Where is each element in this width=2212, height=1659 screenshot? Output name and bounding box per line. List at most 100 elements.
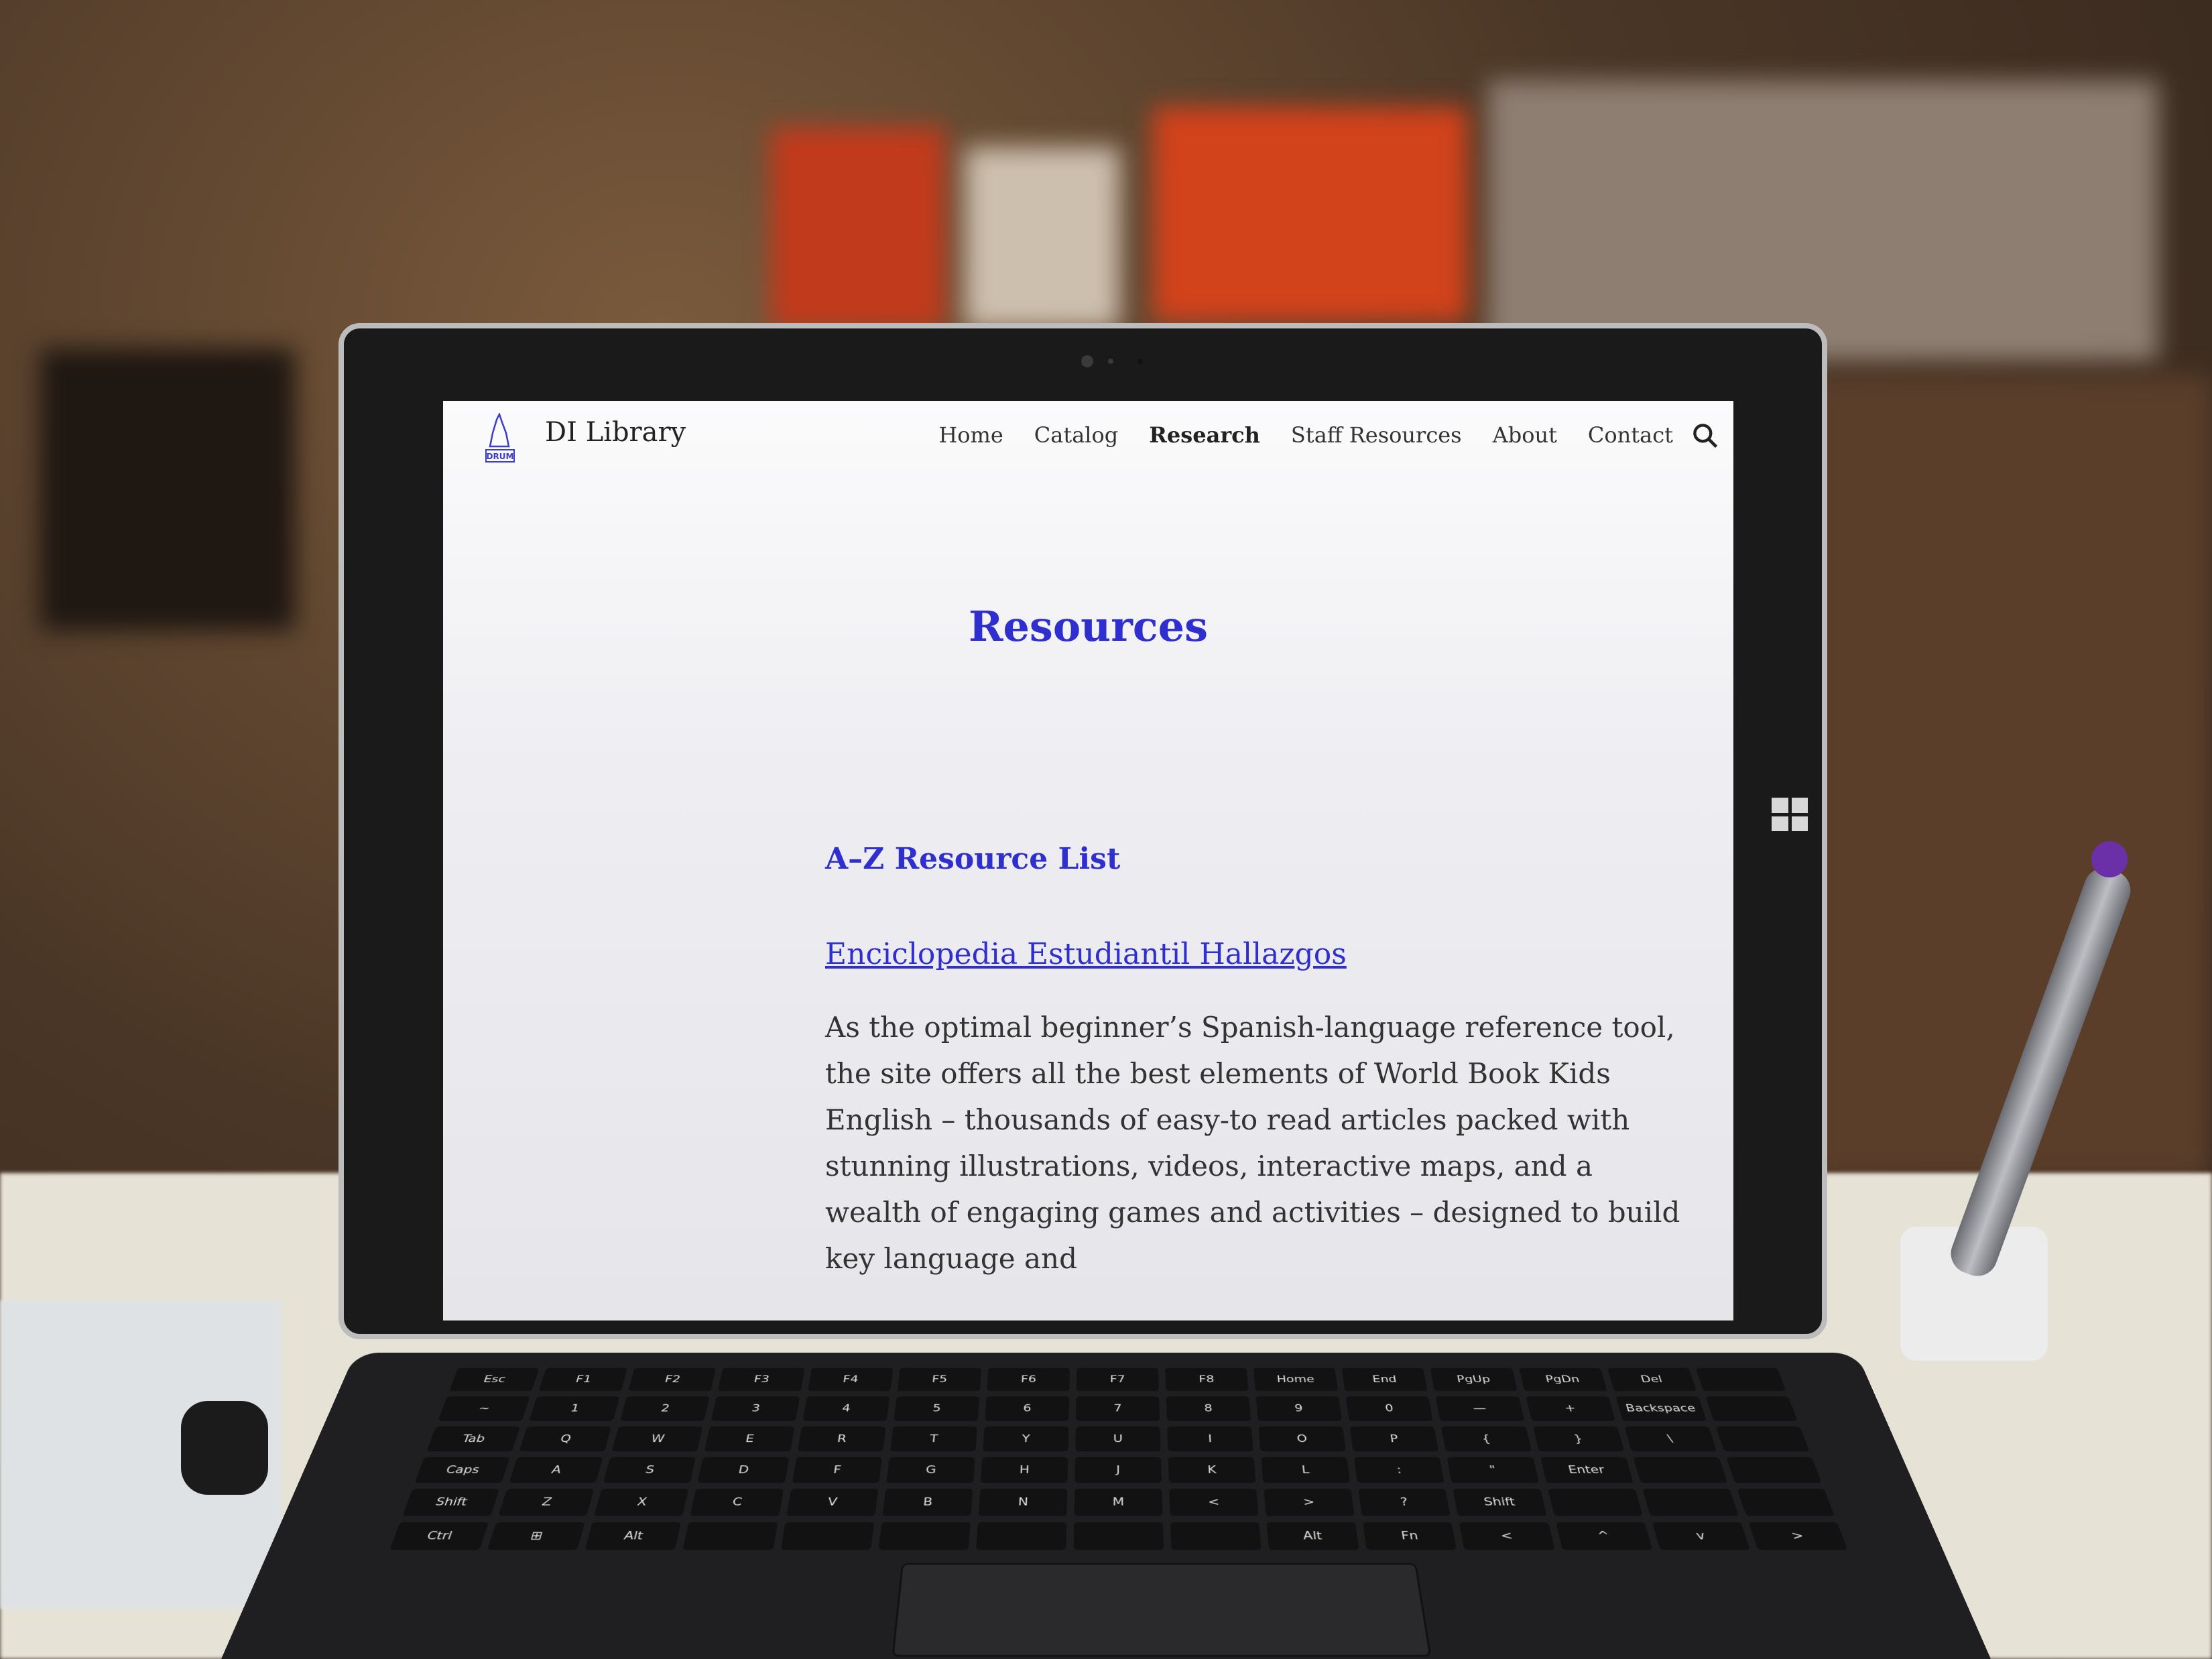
keyboard-key[interactable]: >	[1264, 1489, 1355, 1516]
keyboard-key[interactable]: F4	[807, 1367, 894, 1392]
nav-about[interactable]: About	[1493, 422, 1557, 448]
keyboard-key[interactable]: 3	[711, 1396, 800, 1421]
keyboard-key[interactable]: K	[1168, 1457, 1256, 1483]
trackpad[interactable]	[892, 1563, 1432, 1657]
keyboard-key[interactable]: H	[980, 1457, 1068, 1483]
keyboard-key[interactable]: <	[1169, 1489, 1259, 1516]
keyboard-key[interactable]: ^	[1555, 1522, 1653, 1550]
keyboard-key[interactable]: :	[1354, 1457, 1445, 1483]
keyboard-key[interactable]: F6	[987, 1367, 1070, 1392]
keyboard-key[interactable]: 6	[985, 1396, 1070, 1421]
keyboard-key[interactable]: Y	[982, 1426, 1069, 1452]
keyboard-key[interactable]: X	[594, 1489, 689, 1516]
keyboard-key[interactable]: Home	[1253, 1367, 1339, 1392]
keyboard-key[interactable]	[682, 1522, 778, 1550]
keyboard-key[interactable]: F	[792, 1457, 882, 1483]
keyboard-key[interactable]: Ctrl	[389, 1522, 489, 1550]
keyboard-key[interactable]: }	[1532, 1426, 1625, 1452]
keyboard-key[interactable]	[878, 1522, 971, 1550]
keyboard-key[interactable]: C	[690, 1489, 784, 1516]
keyboard-key[interactable]: 0	[1345, 1396, 1434, 1421]
keyboard-key[interactable]: v	[1652, 1522, 1750, 1550]
keyboard-key[interactable]: End	[1341, 1367, 1428, 1392]
keyboard-key[interactable]: ⊞	[487, 1522, 585, 1550]
keyboard-key[interactable]: F5	[897, 1367, 982, 1392]
keyboard-key[interactable]	[1725, 1457, 1822, 1483]
keyboard-key[interactable]: F8	[1165, 1367, 1249, 1392]
keyboard-key[interactable]	[1633, 1457, 1728, 1483]
nav-research[interactable]: Research	[1149, 422, 1260, 448]
keyboard-key[interactable]: ?	[1358, 1489, 1451, 1516]
keyboard-key[interactable]: R	[797, 1426, 886, 1452]
resource-link[interactable]: Enciclopedia Estudiantil Hallazgos	[825, 937, 1347, 971]
keyboard-key[interactable]: D	[697, 1457, 790, 1483]
keyboard-key[interactable]: Shift	[402, 1489, 500, 1516]
keyboard-key[interactable]: N	[978, 1489, 1068, 1516]
keyboard-key[interactable]: +	[1525, 1396, 1615, 1421]
keyboard-key[interactable]: P	[1349, 1426, 1439, 1452]
keyboard-key[interactable]: <	[1459, 1522, 1555, 1550]
keyboard-key[interactable]: —	[1435, 1396, 1525, 1421]
keyboard-key[interactable]: G	[885, 1457, 975, 1483]
keyboard-key[interactable]: 5	[894, 1396, 980, 1421]
keyboard-key[interactable]	[1073, 1522, 1164, 1550]
keyboard-key[interactable]: 8	[1166, 1396, 1251, 1421]
keyboard-key[interactable]	[1170, 1522, 1262, 1550]
keyboard-key[interactable]: B	[882, 1489, 973, 1516]
site-title[interactable]: DI Library	[545, 417, 686, 448]
keyboard-key[interactable]: U	[1075, 1426, 1161, 1452]
keyboard-key[interactable]: F3	[718, 1367, 805, 1392]
keyboard-key[interactable]: J	[1074, 1457, 1162, 1483]
keyboard-key[interactable]: {	[1441, 1426, 1532, 1452]
keyboard-key[interactable]: \	[1623, 1426, 1717, 1452]
keyboard-key[interactable]: 1	[529, 1396, 620, 1421]
keyboard-key[interactable]: PgUp	[1430, 1367, 1518, 1392]
keyboard-key[interactable]: Tab	[426, 1426, 521, 1452]
search-icon[interactable]	[1691, 421, 1720, 450]
keyboard-key[interactable]: Z	[498, 1489, 595, 1516]
keyboard-key[interactable]: F7	[1076, 1367, 1159, 1392]
keyboard-key[interactable]	[780, 1522, 874, 1550]
keyboard-key[interactable]: Alt	[1266, 1522, 1359, 1550]
keyboard-key[interactable]: I	[1167, 1426, 1253, 1452]
nav-catalog[interactable]: Catalog	[1034, 422, 1118, 448]
keyboard-key[interactable]: Del	[1607, 1367, 1697, 1392]
keyboard-key[interactable]	[1642, 1489, 1739, 1516]
keyboard-key[interactable]: M	[1074, 1489, 1163, 1516]
keyboard-key[interactable]: 4	[802, 1396, 889, 1421]
keyboard-key[interactable]	[1737, 1489, 1835, 1516]
keyboard-key[interactable]: Alt	[585, 1522, 682, 1550]
keyboard-key[interactable]	[1695, 1367, 1786, 1392]
keyboard-key[interactable]	[975, 1522, 1067, 1550]
keyboard-key[interactable]: V	[786, 1489, 878, 1516]
keyboard-key[interactable]: Enter	[1540, 1457, 1634, 1483]
windows-logo-icon[interactable]	[1772, 798, 1808, 831]
nav-home[interactable]: Home	[938, 422, 1003, 448]
keyboard-key[interactable]	[1547, 1489, 1643, 1516]
keyboard-key[interactable]: Q	[519, 1426, 612, 1452]
keyboard-key[interactable]: S	[603, 1457, 696, 1483]
keyboard-key[interactable]: Caps	[414, 1457, 510, 1483]
keyboard-key[interactable]: E	[704, 1426, 795, 1452]
keyboard-key[interactable]: F2	[628, 1367, 717, 1392]
keyboard-key[interactable]: 7	[1075, 1396, 1160, 1421]
keyboard-key[interactable]: Esc	[449, 1367, 540, 1392]
nav-staff-resources[interactable]: Staff Resources	[1291, 422, 1462, 448]
site-logo-icon[interactable]: DRUM	[483, 413, 517, 467]
keyboard-key[interactable]: Fn	[1363, 1522, 1457, 1550]
keyboard-key[interactable]	[1705, 1396, 1798, 1421]
keyboard-key[interactable]: T	[889, 1426, 977, 1452]
keyboard-key[interactable]: F1	[538, 1367, 628, 1392]
keyboard-key[interactable]: "	[1447, 1457, 1539, 1483]
nav-contact[interactable]: Contact	[1588, 422, 1673, 448]
keyboard-key[interactable]: L	[1261, 1457, 1351, 1483]
keyboard-key[interactable]: >	[1748, 1522, 1848, 1550]
keyboard-key[interactable]: 9	[1255, 1396, 1343, 1421]
keyboard-key[interactable]: Backspace	[1615, 1396, 1707, 1421]
keyboard-key[interactable]	[1715, 1426, 1810, 1452]
keyboard-key[interactable]: A	[509, 1457, 603, 1483]
keyboard-key[interactable]: W	[611, 1426, 703, 1452]
keyboard-key[interactable]: PgDn	[1518, 1367, 1607, 1392]
keyboard-key[interactable]: Shift	[1453, 1489, 1547, 1516]
keyboard-key[interactable]: ~	[438, 1396, 530, 1421]
